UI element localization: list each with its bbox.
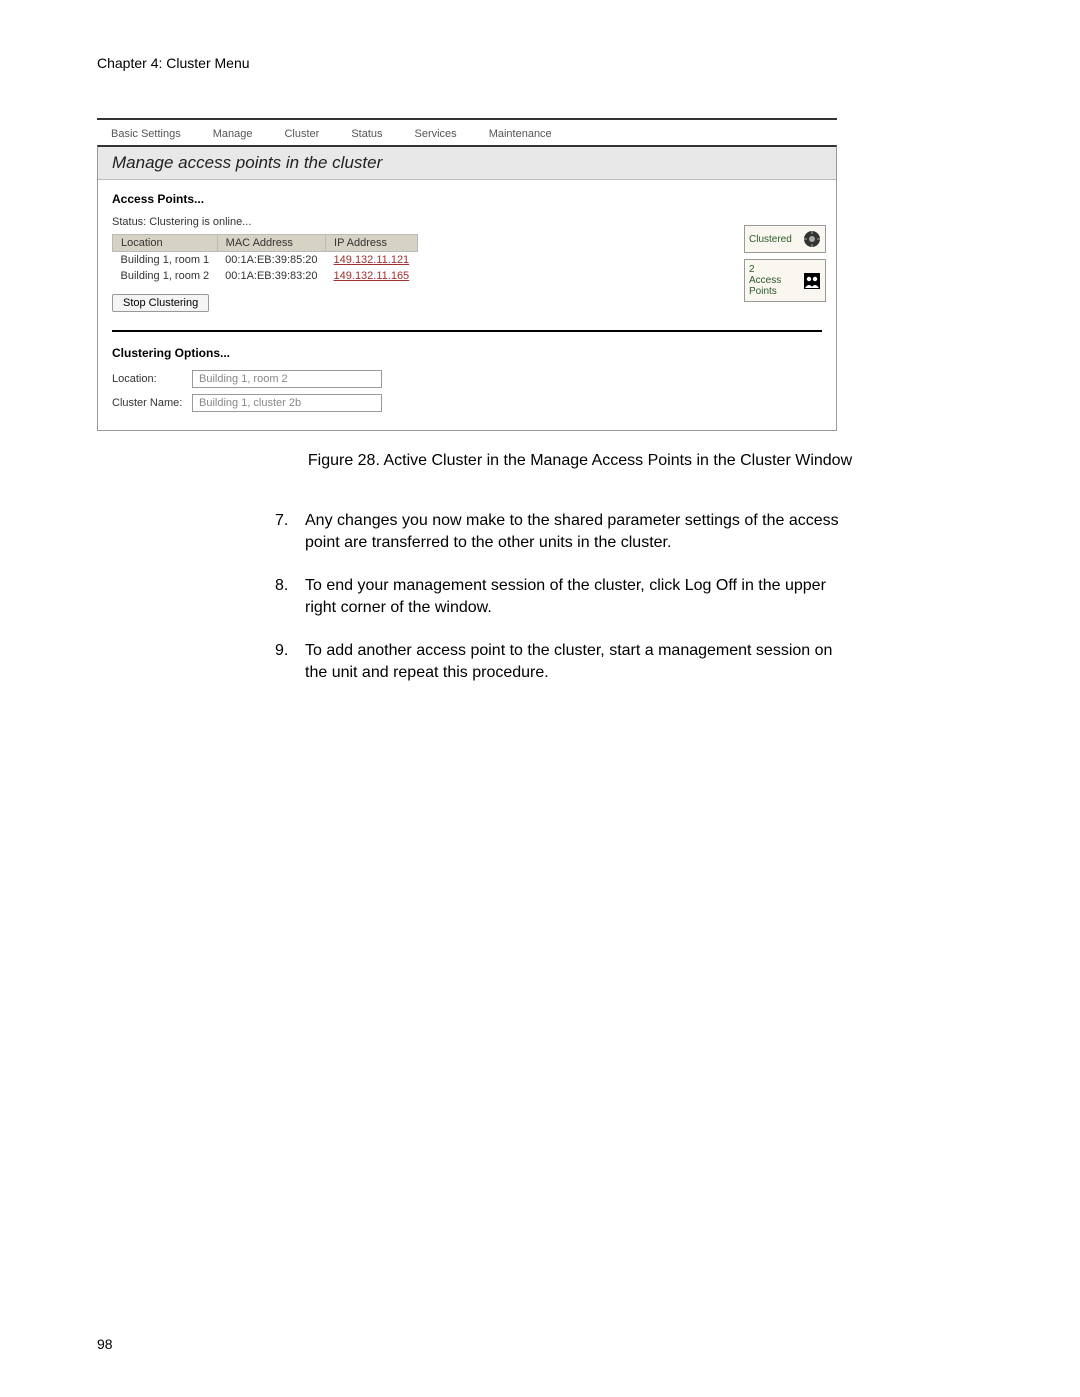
table-header-row: Location MAC Address IP Address	[113, 235, 418, 252]
instruction-number: 8.	[275, 575, 305, 620]
clustered-icon	[803, 230, 821, 248]
cell-location: Building 1, room 2	[113, 268, 218, 284]
clustered-label: Clustered	[749, 234, 792, 245]
instruction-number: 7.	[275, 510, 305, 555]
figure-caption: Figure 28. Active Cluster in the Manage …	[300, 450, 860, 472]
page-header: Chapter 4: Cluster Menu	[97, 55, 250, 71]
access-points-icon	[803, 272, 821, 290]
stop-clustering-button[interactable]: Stop Clustering	[112, 294, 209, 312]
cluster-name-row: Cluster Name:	[112, 394, 822, 412]
cell-ip: 149.132.11.121	[326, 252, 418, 269]
location-row: Location:	[112, 370, 822, 388]
side-status-boxes: Clustered 2 Access Points	[744, 225, 826, 308]
instruction-text: To end your management session of the cl…	[305, 575, 855, 620]
page-number: 98	[97, 1336, 113, 1352]
ip-link[interactable]: 149.132.11.165	[334, 270, 410, 282]
clustered-status-box: Clustered	[744, 225, 826, 253]
access-points-heading: Access Points...	[112, 192, 822, 206]
instruction-item: 9. To add another access point to the cl…	[275, 640, 855, 685]
cluster-name-input[interactable]	[192, 394, 382, 412]
col-ip: IP Address	[326, 235, 418, 252]
tab-cluster[interactable]: Cluster	[284, 128, 319, 140]
cell-mac: 00:1A:EB:39:85:20	[217, 252, 325, 269]
screenshot-panel: Basic Settings Manage Cluster Status Ser…	[97, 118, 837, 431]
col-location: Location	[113, 235, 218, 252]
location-input[interactable]	[192, 370, 382, 388]
cell-ip: 149.132.11.165	[326, 268, 418, 284]
ap-count-text: 2 Access Points	[749, 264, 781, 297]
status-text: Status: Clustering is online...	[112, 216, 822, 228]
panel-title: Manage access points in the cluster	[98, 147, 836, 180]
tab-manage[interactable]: Manage	[213, 128, 253, 140]
cell-mac: 00:1A:EB:39:83:20	[217, 268, 325, 284]
location-label: Location:	[112, 373, 192, 385]
ap-label-2: Points	[749, 286, 777, 297]
instructions-list: 7. Any changes you now make to the share…	[275, 510, 855, 704]
instruction-item: 7. Any changes you now make to the share…	[275, 510, 855, 555]
tab-status[interactable]: Status	[351, 128, 382, 140]
table-row: Building 1, room 2 00:1A:EB:39:83:20 149…	[113, 268, 418, 284]
ap-count-number: 2	[749, 264, 755, 275]
tab-bar: Basic Settings Manage Cluster Status Ser…	[97, 120, 837, 145]
panel-wrapper: Manage access points in the cluster Acce…	[97, 145, 837, 431]
section-divider	[112, 330, 822, 332]
cell-location: Building 1, room 1	[113, 252, 218, 269]
instruction-number: 9.	[275, 640, 305, 685]
instruction-text: Any changes you now make to the shared p…	[305, 510, 855, 555]
instruction-text: To add another access point to the clust…	[305, 640, 855, 685]
access-points-table: Location MAC Address IP Address Building…	[112, 234, 418, 284]
tab-maintenance[interactable]: Maintenance	[489, 128, 552, 140]
clustering-options-heading: Clustering Options...	[112, 346, 822, 360]
table-row: Building 1, room 1 00:1A:EB:39:85:20 149…	[113, 252, 418, 269]
ip-link[interactable]: 149.132.11.121	[334, 254, 410, 266]
col-mac: MAC Address	[217, 235, 325, 252]
tab-services[interactable]: Services	[415, 128, 457, 140]
instruction-item: 8. To end your management session of the…	[275, 575, 855, 620]
ap-label-1: Access	[749, 275, 781, 286]
access-points-count-box: 2 Access Points	[744, 259, 826, 302]
tab-basic-settings[interactable]: Basic Settings	[111, 128, 181, 140]
cluster-name-label: Cluster Name:	[112, 397, 192, 409]
panel-body: Access Points... Status: Clustering is o…	[98, 180, 836, 430]
